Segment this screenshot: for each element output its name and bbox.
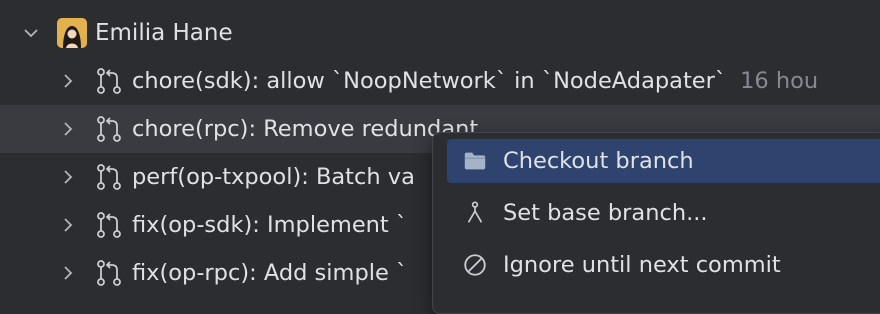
author-row[interactable]: Emilia Hane	[0, 9, 880, 57]
pull-request-time: 16 hou	[740, 68, 819, 94]
context-menu: Checkout branch Set base branch... Ignor…	[432, 132, 880, 314]
avatar	[57, 18, 87, 48]
chevron-right-icon[interactable]	[56, 261, 80, 285]
pull-request-icon	[96, 210, 122, 240]
pull-request-title: fix(op-sdk): Implement `	[132, 212, 408, 238]
ignore-icon	[461, 251, 489, 279]
author-name: Emilia Hane	[95, 20, 233, 46]
pull-request-title: chore(rpc): Remove redundant	[132, 116, 479, 142]
menu-item-checkout-branch[interactable]: Checkout branch	[447, 139, 880, 183]
pull-request-title: perf(op-txpool): Batch va	[132, 164, 415, 190]
pull-request-row[interactable]: chore(sdk): allow `NoopNetwork` in `Node…	[0, 57, 880, 105]
branch-merge-icon	[461, 199, 489, 227]
pull-request-icon	[96, 66, 122, 96]
menu-item-label: Ignore until next commit	[503, 252, 781, 278]
pull-request-title: chore(sdk): allow `NoopNetwork` in `Node…	[132, 68, 727, 94]
menu-item-set-base-branch[interactable]: Set base branch...	[447, 191, 880, 235]
pull-request-icon	[96, 258, 122, 288]
menu-item-label: Set base branch...	[503, 200, 708, 226]
chevron-right-icon[interactable]	[56, 69, 80, 93]
chevron-right-icon[interactable]	[56, 117, 80, 141]
menu-item-ignore-until-next-commit[interactable]: Ignore until next commit	[447, 243, 880, 287]
chevron-right-icon[interactable]	[56, 165, 80, 189]
menu-item-label: Checkout branch	[503, 148, 694, 174]
pull-request-icon	[96, 114, 122, 144]
pull-request-icon	[96, 162, 122, 192]
chevron-down-icon[interactable]	[19, 21, 43, 45]
chevron-right-icon[interactable]	[56, 213, 80, 237]
folder-icon	[461, 147, 489, 175]
pull-request-title: fix(op-rpc): Add simple `	[132, 260, 408, 286]
